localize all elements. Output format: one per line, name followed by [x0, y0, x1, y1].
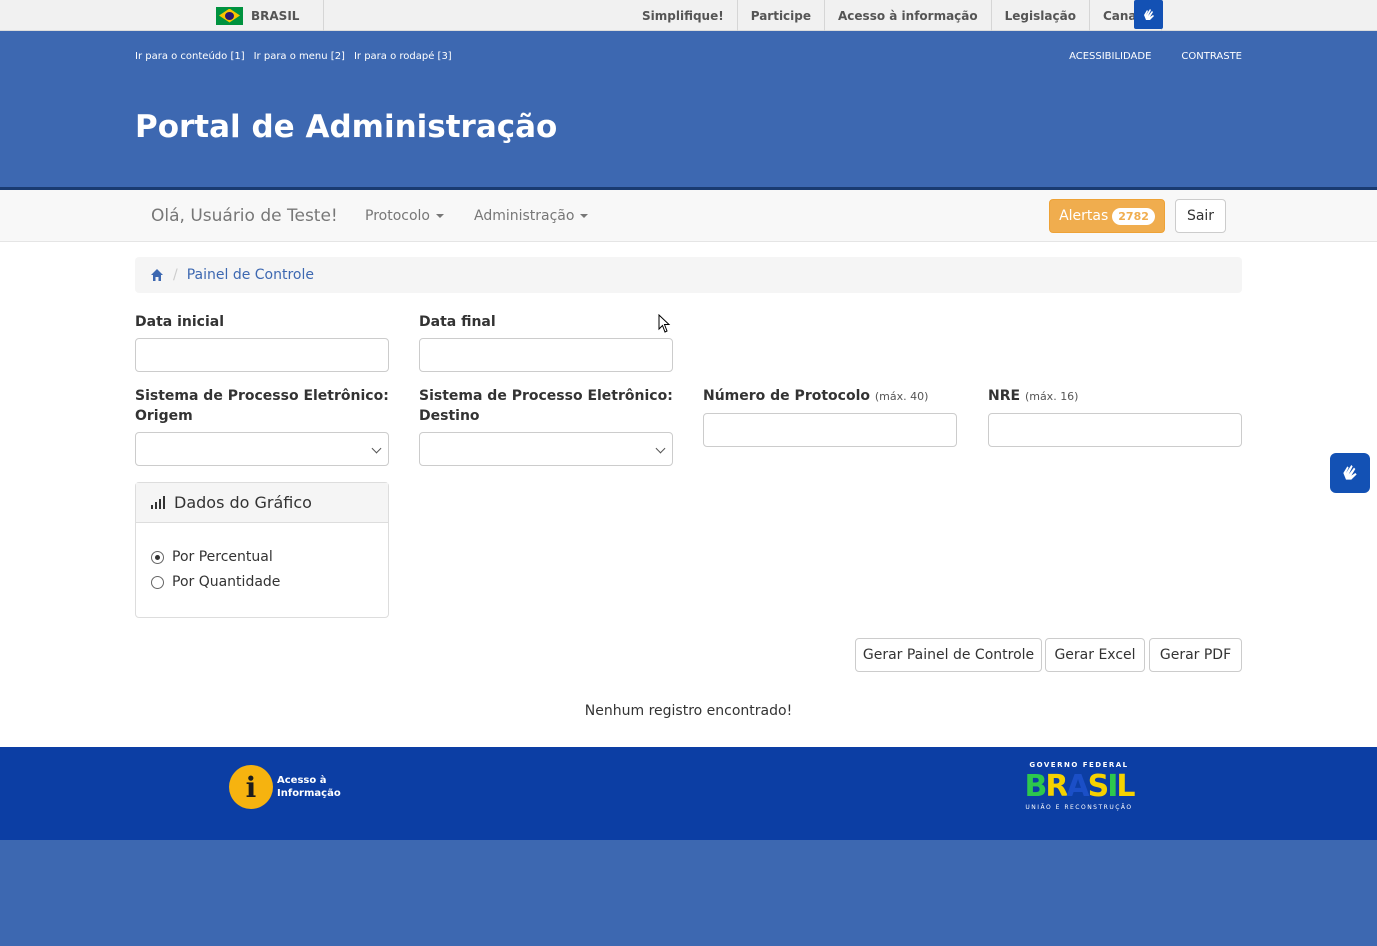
protocolo-label-text: Número de Protocolo: [703, 388, 870, 404]
acesso-informacao-text: Acesso à Informação: [277, 774, 341, 800]
radio-por-quantidade[interactable]: Por Quantidade: [151, 574, 280, 590]
chart-panel-heading: Dados do Gráfico: [136, 483, 388, 523]
radio-por-percentual-label: Por Percentual: [172, 549, 273, 565]
main-content: / Painel de Controle Data inicial Data f…: [0, 242, 1377, 747]
skip-to-content-link[interactable]: Ir para o conteúdo [1]: [135, 51, 245, 62]
radio-button-checked[interactable]: [151, 550, 164, 564]
menu-protocolo[interactable]: Protocolo: [365, 208, 444, 224]
acesso-informacao-line1: Acesso à: [277, 775, 327, 786]
nav-menu: Protocolo Administração: [365, 190, 589, 242]
spe-origem-label: Sistema de Processo Eletrônico: Origem: [135, 388, 389, 424]
breadcrumb: / Painel de Controle: [135, 257, 1242, 293]
site-header: Ir para o conteúdo [1] Ir para o menu [2…: [0, 31, 1377, 190]
acesso-informacao-logo[interactable]: i Acesso à Informação: [229, 765, 341, 809]
vlibras-icon[interactable]: [1330, 453, 1370, 493]
vlibras-icon[interactable]: [1134, 0, 1163, 29]
skip-to-footer-link[interactable]: Ir para o rodapé [3]: [354, 51, 452, 62]
spe-origem-group: Sistema de Processo Eletrônico: Origem: [135, 386, 389, 466]
navbar: Olá, Usuário de Teste! Protocolo Adminis…: [0, 190, 1377, 242]
gov-logo-bottom: UNIÃO E RECONSTRUÇÃO: [1025, 804, 1133, 811]
user-greeting[interactable]: Olá, Usuário de Teste!: [151, 206, 338, 226]
chart-panel-title: Dados do Gráfico: [174, 493, 312, 512]
menu-administracao-label: Administração: [473, 208, 575, 224]
brasil-link[interactable]: BRASIL: [216, 0, 324, 31]
gerar-pdf-button[interactable]: Gerar PDF: [1149, 638, 1242, 672]
alerts-button[interactable]: Alertas 2782: [1049, 199, 1165, 233]
accessibility-link[interactable]: ACESSIBILIDADE: [1069, 51, 1151, 62]
empty-message: Nenhum registro encontrado!: [584, 703, 793, 719]
select-arrow-icon: [371, 443, 382, 454]
nre-group: NRE (máx. 16): [988, 386, 1242, 447]
radio-por-percentual[interactable]: Por Percentual: [151, 549, 273, 565]
brasil-label: BRASIL: [251, 8, 300, 23]
bar-chart-icon: [151, 496, 165, 509]
gerar-excel-button[interactable]: Gerar Excel: [1045, 638, 1145, 672]
data-inicial-group: Data inicial: [135, 312, 389, 372]
nre-hint: (máx. 16): [1024, 390, 1079, 403]
gov-link-acesso-informacao[interactable]: Acesso à informação: [825, 0, 992, 31]
menu-protocolo-label: Protocolo: [365, 208, 430, 224]
gov-link-simplifique[interactable]: Simplifique!: [629, 0, 738, 31]
skip-to-menu-link[interactable]: Ir para o menu [2]: [254, 51, 345, 62]
site-footer: i Acesso à Informação GOVERNO FEDERAL BR…: [0, 747, 1377, 840]
menu-administracao[interactable]: Administração: [473, 208, 589, 224]
info-icon: i: [229, 765, 273, 809]
data-final-input[interactable]: [419, 338, 673, 372]
contrast-link[interactable]: CONTRASTE: [1181, 51, 1242, 62]
alerts-label: Alertas: [1059, 208, 1109, 224]
breadcrumb-separator: /: [173, 267, 178, 283]
select-arrow-icon: [655, 443, 666, 454]
radio-button[interactable]: [151, 575, 164, 589]
breadcrumb-current[interactable]: Painel de Controle: [187, 267, 314, 283]
nre-input[interactable]: [988, 413, 1242, 447]
alerts-count-badge: 2782: [1112, 207, 1155, 225]
gov-logo-top: GOVERNO FEDERAL: [1029, 761, 1129, 769]
spe-destino-label: Sistema de Processo Eletrônico: Destino: [419, 388, 673, 424]
gov-logo-letter: I: [1107, 769, 1118, 804]
data-inicial-input[interactable]: [135, 338, 389, 372]
spe-destino-group: Sistema de Processo Eletrônico: Destino: [419, 386, 673, 466]
gov-logo-letter: L: [1116, 769, 1135, 804]
caret-down-icon: [435, 214, 444, 218]
radio-por-quantidade-label: Por Quantidade: [172, 574, 281, 590]
acesso-informacao-line2: Informação: [277, 788, 341, 799]
spe-origem-select[interactable]: [135, 432, 389, 466]
gov-link-participe[interactable]: Participe: [738, 0, 826, 31]
data-inicial-label: Data inicial: [135, 314, 224, 330]
nre-label-text: NRE: [988, 388, 1021, 404]
protocolo-group: Número de Protocolo (máx. 40): [703, 386, 957, 447]
gov-bar: BRASIL Simplifique! Participe Acesso à i…: [0, 0, 1377, 31]
logout-button[interactable]: Sair: [1175, 199, 1226, 233]
skip-links: Ir para o conteúdo [1] Ir para o menu [2…: [135, 51, 452, 62]
protocolo-label: Número de Protocolo (máx. 40): [703, 386, 957, 407]
home-icon[interactable]: [150, 268, 164, 282]
protocolo-input[interactable]: [703, 413, 957, 447]
nre-label: NRE (máx. 16): [988, 386, 1242, 407]
gov-logo-letter: S: [1087, 769, 1110, 804]
gov-logo-letter: A: [1066, 769, 1089, 804]
gov-logo-word: BRASIL: [1008, 771, 1150, 803]
gerar-painel-button[interactable]: Gerar Painel de Controle: [855, 638, 1042, 672]
gov-links: Simplifique! Participe Acesso à informaç…: [629, 0, 1162, 31]
cursor-icon: [658, 314, 671, 333]
flag-icon: [216, 6, 243, 25]
caret-down-icon: [580, 214, 589, 218]
spe-destino-select[interactable]: [419, 432, 673, 466]
governo-federal-logo: GOVERNO FEDERAL BRASIL UNIÃO E RECONSTRU…: [1008, 761, 1150, 827]
accessibility-links: ACESSIBILIDADE CONTRASTE: [1069, 51, 1242, 62]
gov-logo-letter: R: [1045, 769, 1068, 804]
data-final-label: Data final: [419, 314, 496, 330]
gov-logo-letter: B: [1024, 769, 1047, 804]
page-title: Portal de Administração: [135, 109, 558, 145]
chart-data-panel: Dados do Gráfico Por Percentual Por Quan…: [135, 482, 389, 618]
protocolo-hint: (máx. 40): [874, 390, 929, 403]
data-final-group: Data final: [419, 312, 673, 372]
gov-link-legislacao[interactable]: Legislação: [992, 0, 1090, 31]
